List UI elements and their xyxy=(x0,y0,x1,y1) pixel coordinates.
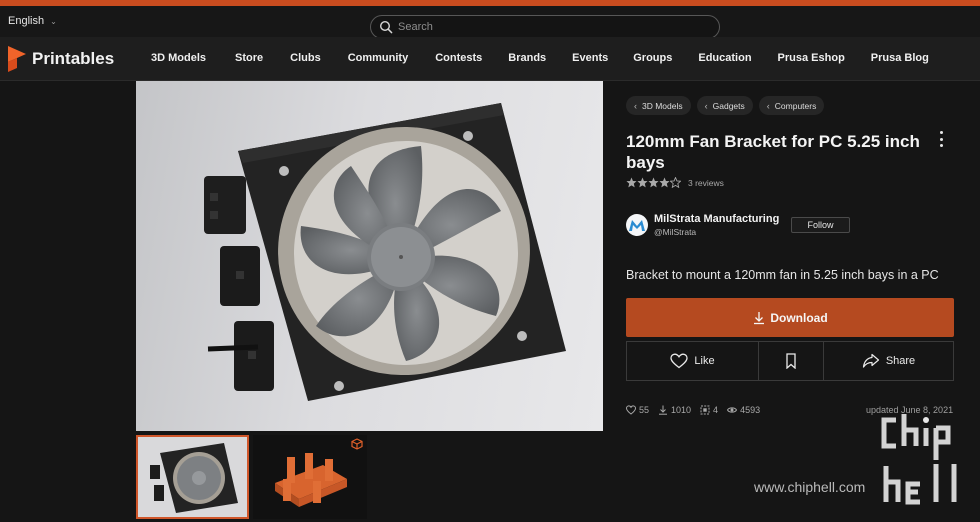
fan-bracket-photo xyxy=(204,103,566,401)
model-stats: 55 1010 4 4593 xyxy=(626,405,760,415)
makes-count: 4 xyxy=(713,405,719,415)
breadcrumb-computers[interactable]: ‹ Computers xyxy=(758,96,825,115)
main-nav: 3D Models Store Clubs Community Contests… xyxy=(151,52,929,64)
action-bar: Like Share xyxy=(626,341,954,381)
bookmark-icon xyxy=(786,353,796,369)
chevron-left-icon: ‹ xyxy=(704,100,708,111)
makes-stat: 4 xyxy=(700,405,718,415)
eye-icon xyxy=(727,407,738,413)
star-empty-icon xyxy=(670,177,681,188)
watermark-url: www.chiphell.com xyxy=(754,479,866,495)
like-button[interactable]: Like xyxy=(627,342,758,380)
chevron-left-icon: ‹ xyxy=(766,100,770,111)
nav-item-3d-models[interactable]: 3D Models xyxy=(151,52,206,64)
breadcrumb-label: Gadgets xyxy=(712,100,745,111)
gallery-thumbnail-photo[interactable] xyxy=(136,435,249,519)
like-label: Like xyxy=(694,355,715,367)
share-icon xyxy=(862,353,879,368)
breadcrumb-label: Computers xyxy=(774,100,817,111)
printables-logo[interactable]: Printables xyxy=(8,46,114,72)
share-button[interactable]: Share xyxy=(823,342,953,380)
gallery-thumbnail-3d-render[interactable] xyxy=(253,435,367,519)
star-filled-icon xyxy=(626,177,637,188)
language-selector[interactable]: English ⌄ xyxy=(8,15,57,27)
nav-item-brands[interactable]: Brands xyxy=(508,52,546,64)
download-button[interactable]: Download xyxy=(626,298,954,337)
nav-item-clubs[interactable]: Clubs xyxy=(290,52,321,64)
nav-item-education[interactable]: Education xyxy=(698,52,751,64)
more-options-icon[interactable] xyxy=(936,131,946,147)
search-input[interactable] xyxy=(398,21,698,33)
bookmark-button[interactable] xyxy=(758,342,823,380)
star-filled-icon xyxy=(648,177,659,188)
downloads-count: 1010 xyxy=(671,405,692,415)
language-label: English xyxy=(8,15,45,27)
star-filled-icon xyxy=(637,177,648,188)
breadcrumb-gadgets[interactable]: ‹ Gadgets xyxy=(696,96,753,115)
heart-icon xyxy=(670,353,689,369)
main-navbar: Printables 3D Models Store Clubs Communi… xyxy=(0,37,980,81)
chiphell-watermark-logo xyxy=(881,414,957,505)
downloads-stat: 1010 xyxy=(658,405,691,415)
nav-item-prusa-blog[interactable]: Prusa Blog xyxy=(871,52,929,64)
model-summary: Bracket to mount a 120mm fan in 5.25 inc… xyxy=(626,268,939,282)
download-icon xyxy=(659,405,668,415)
nav-item-community[interactable]: Community xyxy=(348,52,409,64)
3d-view-cube-icon xyxy=(351,438,363,450)
download-label: Download xyxy=(770,310,828,325)
follow-button[interactable]: Follow xyxy=(791,217,850,233)
breadcrumb-3d-models[interactable]: ‹ 3D Models xyxy=(626,96,691,115)
likes-stat: 55 xyxy=(626,405,649,415)
nav-item-groups[interactable]: Groups xyxy=(633,52,672,64)
printables-logo-icon xyxy=(8,46,26,72)
nav-item-prusa-eshop[interactable]: Prusa Eshop xyxy=(778,52,845,64)
makes-icon xyxy=(700,405,710,415)
likes-count: 55 xyxy=(639,405,650,415)
milstrata-logo-icon xyxy=(629,220,645,231)
avatar[interactable] xyxy=(626,214,648,236)
download-icon xyxy=(754,311,765,324)
breadcrumb: ‹ 3D Models ‹ Gadgets ‹ Computers xyxy=(626,96,825,115)
breadcrumb-label: 3D Models xyxy=(642,100,683,111)
star-rating xyxy=(626,177,681,188)
nav-item-store[interactable]: Store xyxy=(235,52,263,64)
brand-name: Printables xyxy=(32,49,115,68)
top-bar: English ⌄ xyxy=(0,6,980,39)
star-filled-icon xyxy=(659,177,670,188)
views-count: 4593 xyxy=(740,405,761,415)
heart-icon xyxy=(626,405,636,415)
search-box[interactable] xyxy=(370,15,720,39)
nav-item-events[interactable]: Events xyxy=(572,52,608,64)
author-block: MilStrata Manufacturing @MilStrata xyxy=(626,213,779,237)
main-model-image[interactable] xyxy=(136,81,603,431)
share-label: Share xyxy=(885,355,916,367)
fan-thumbnail-image xyxy=(138,437,247,517)
reviews-link[interactable]: 3 reviews xyxy=(688,178,724,188)
nav-item-contests[interactable]: Contests xyxy=(435,52,482,64)
model-title: 120mm Fan Bracket for PC 5.25 inch bays xyxy=(626,132,920,172)
rating: 3 reviews xyxy=(626,177,724,188)
author-handle: @MilStrata xyxy=(654,227,697,237)
search-icon xyxy=(379,20,393,34)
bracket-render-image xyxy=(253,435,367,519)
author-name[interactable]: MilStrata Manufacturing xyxy=(654,213,779,225)
views-stat: 4593 xyxy=(727,405,760,415)
chevron-down-icon: ⌄ xyxy=(50,16,57,26)
chevron-left-icon: ‹ xyxy=(634,100,637,111)
